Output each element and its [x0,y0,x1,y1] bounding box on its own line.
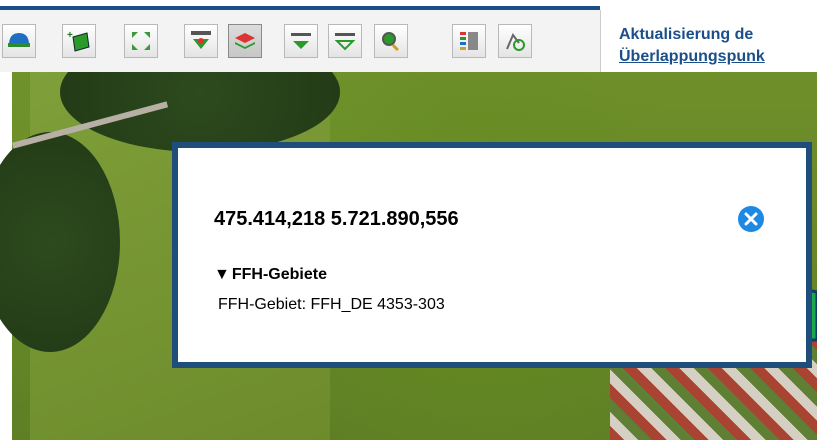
route-button[interactable] [498,24,532,58]
map-toolbar: + [0,10,600,73]
info-title-line1: Aktualisierung de [619,26,754,43]
feature-info-popup: 475.414,218 5.721.890,556 ▼ FFH-Gebiete F… [172,142,812,368]
layers-button[interactable] [228,24,262,58]
measure-area-button[interactable] [184,24,218,58]
collapse-toggle-icon: ▼ [214,266,230,283]
close-icon [744,212,758,226]
map-canvas[interactable]: 475.414,218 5.721.890,556 ▼ FFH-Gebiete F… [0,72,817,440]
measure-distance-button[interactable] [284,24,318,58]
gis-viewer: + Aktualisierung de Überlappungspunk 475… [0,0,817,440]
magnifier-icon [382,32,399,52]
top-strip [0,0,817,10]
svg-text:+: + [67,30,73,41]
stacked-layers-icon [235,33,255,49]
helmet-icon [8,33,30,47]
ffh-value: FFH-Gebiet: FFH_DE 4353-303 [218,296,445,313]
measure-profile-icon [334,33,356,51]
info-panel-header: Aktualisierung de Überlappungspunk [600,10,817,72]
popup-coordinates: 475.414,218 5.721.890,556 [214,208,459,230]
section-title: FFH-Gebiete [231,266,327,283]
add-polygon-icon: + [67,30,90,52]
route-icon [506,33,525,51]
legend-button[interactable] [452,24,486,58]
measure-profile-button[interactable] [328,24,362,58]
legend-icon [460,32,478,50]
measure-area-icon [191,31,211,49]
search-button[interactable] [374,24,408,58]
zoom-extent-button[interactable] [124,24,158,58]
add-polygon-button[interactable]: + [62,24,96,58]
section-ffh-gebiete[interactable]: ▼ FFH-Gebiete [214,266,327,284]
layer-tool-button[interactable] [2,24,36,58]
close-button[interactable] [738,206,764,232]
info-title-line2[interactable]: Überlappungspunk [619,48,765,66]
measure-distance-icon [291,33,311,49]
zoom-extent-icon [132,32,150,50]
